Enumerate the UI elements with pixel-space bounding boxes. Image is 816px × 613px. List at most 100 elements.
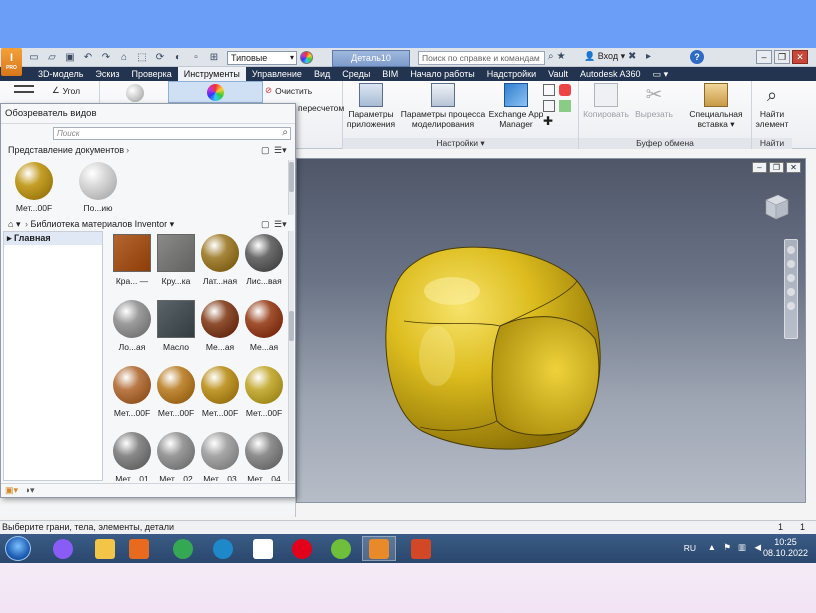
new-icon[interactable]: ▭ bbox=[27, 51, 41, 64]
library-material-thumbnail[interactable] bbox=[113, 366, 151, 404]
customize-icon[interactable] bbox=[559, 100, 571, 112]
library-list-view-icon[interactable]: ☰▾ bbox=[274, 219, 287, 230]
library-material-thumbnail[interactable] bbox=[157, 234, 195, 272]
document-appearance-thumbnail[interactable] bbox=[15, 162, 53, 200]
exchange-app-manager-button[interactable]: Exchange App Manager bbox=[488, 83, 544, 129]
tree-node-main[interactable]: ▸ Главная bbox=[4, 232, 102, 245]
flag-icon[interactable]: ⚑ bbox=[723, 542, 731, 553]
taskbar-edge-button[interactable] bbox=[206, 536, 240, 561]
taskbar-media-player-button[interactable] bbox=[122, 536, 156, 561]
library-material-thumbnail[interactable] bbox=[201, 234, 239, 272]
orbit-icon[interactable] bbox=[787, 288, 795, 296]
ribbon-tab[interactable]: Вид bbox=[308, 67, 336, 81]
library-material-thumbnail[interactable] bbox=[245, 366, 283, 404]
ribbon-tab[interactable]: Управление bbox=[246, 67, 308, 81]
network-icon[interactable]: ▸ bbox=[646, 51, 651, 62]
view-toggle-icon[interactable]: ▢ bbox=[261, 145, 270, 156]
viewport-close-button[interactable]: ✕ bbox=[786, 162, 801, 173]
appearance-browser-window[interactable]: Обозреватель видов Поиск ⌕ Представление … bbox=[0, 103, 296, 498]
graphics-viewport[interactable]: – ❐ ✕ bbox=[296, 158, 806, 503]
copy-button[interactable]: Копировать bbox=[581, 83, 631, 119]
ribbon-tab[interactable]: Среды bbox=[336, 67, 376, 81]
pan-icon[interactable] bbox=[787, 260, 795, 268]
appearance-button[interactable] bbox=[168, 81, 263, 103]
select-icon[interactable]: ⬚ bbox=[135, 51, 149, 64]
taskbar-powerpoint-button[interactable] bbox=[404, 536, 438, 561]
material-sphere-icon[interactable] bbox=[126, 84, 144, 102]
viewport-minimize-button[interactable]: – bbox=[752, 162, 767, 173]
sketch-icon[interactable]: ▫ bbox=[189, 51, 203, 64]
material-search-input[interactable]: Поиск ⌕ bbox=[53, 127, 291, 140]
ribbon-tab[interactable]: Инструменты bbox=[177, 67, 246, 81]
ribbon-tab[interactable]: BIM bbox=[376, 67, 404, 81]
steering-wheel-icon[interactable] bbox=[787, 246, 795, 254]
zoom-icon[interactable] bbox=[787, 274, 795, 282]
taskbar-chrome-button[interactable] bbox=[166, 536, 200, 561]
library-material-thumbnail[interactable] bbox=[245, 300, 283, 338]
ribbon-tab[interactable]: Vault bbox=[542, 67, 574, 81]
look-at-icon[interactable] bbox=[787, 302, 795, 310]
network-icon[interactable]: ▥ bbox=[738, 542, 746, 553]
library-material-thumbnail[interactable] bbox=[201, 432, 239, 470]
material-icon[interactable]: ◐ bbox=[171, 51, 185, 64]
library-material-thumbnail[interactable] bbox=[157, 432, 195, 470]
taskbar-opera-button[interactable] bbox=[285, 536, 319, 561]
ribbon-tab[interactable]: Начало работы bbox=[404, 67, 480, 81]
plus-icon[interactable]: ✚ bbox=[543, 115, 555, 128]
viewcube-icon[interactable] bbox=[762, 192, 790, 222]
sign-in-button[interactable]: 👤 Вход ▾ bbox=[584, 51, 625, 62]
open-icon[interactable]: ▱ bbox=[45, 51, 59, 64]
measure-icon[interactable]: ⊞ bbox=[207, 51, 221, 64]
language-indicator[interactable]: RU bbox=[684, 543, 696, 553]
document-tab[interactable]: Деталь10 bbox=[332, 50, 410, 67]
appearance-dropdown[interactable]: Типовые bbox=[227, 51, 297, 65]
list-view-icon[interactable]: ☰▾ bbox=[274, 145, 287, 156]
library-manage-icon[interactable]: ▣▾ bbox=[5, 485, 18, 495]
taskbar-utorrent-button[interactable] bbox=[324, 536, 358, 561]
home-icon[interactable]: ⌂ bbox=[117, 51, 131, 64]
library-material-thumbnail[interactable] bbox=[201, 300, 239, 338]
minimize-button[interactable]: – bbox=[756, 50, 772, 64]
special-paste-button[interactable]: Специальная вставка ▾ bbox=[683, 83, 749, 129]
restore-button[interactable]: ❐ bbox=[774, 50, 790, 64]
find-element-button[interactable]: ⌕ Найти элемент bbox=[754, 83, 790, 129]
macro-icon[interactable] bbox=[559, 84, 571, 96]
clear-button[interactable]: ⊘ Очистить bbox=[265, 85, 312, 96]
help-search-input[interactable]: Поиск по справке и командам bbox=[418, 51, 545, 65]
doc-scrollbar[interactable] bbox=[288, 160, 294, 215]
volume-icon[interactable]: ◀ bbox=[754, 542, 761, 553]
viewport-restore-button[interactable]: ❐ bbox=[769, 162, 784, 173]
library-material-thumbnail[interactable] bbox=[157, 300, 195, 338]
ribbon-tab[interactable]: 3D-модель bbox=[32, 67, 89, 81]
library-view-toggle-icon[interactable]: ▢ bbox=[261, 219, 270, 230]
taskbar-explorer-button[interactable] bbox=[88, 536, 122, 561]
ribbon-extra-icon[interactable]: ▭ ▾ bbox=[647, 67, 675, 81]
3d-model[interactable] bbox=[382, 241, 607, 456]
document-appearances-header[interactable]: Представление документов › bbox=[3, 144, 129, 157]
help-icon[interactable]: ? bbox=[690, 50, 704, 64]
library-material-thumbnail[interactable] bbox=[113, 234, 151, 272]
library-material-thumbnail[interactable] bbox=[157, 366, 195, 404]
home-icon[interactable]: ⌂ bbox=[8, 219, 13, 229]
addins-icon[interactable] bbox=[543, 84, 555, 96]
vba-icon[interactable] bbox=[543, 100, 555, 112]
star-icon[interactable]: ★ bbox=[557, 51, 566, 62]
color-wheel-icon[interactable] bbox=[300, 51, 313, 64]
angle-button[interactable]: ∠ Угол bbox=[52, 85, 80, 96]
application-menu-button[interactable]: I PRO bbox=[1, 48, 22, 76]
navigation-bar[interactable] bbox=[784, 239, 798, 339]
ribbon-tab[interactable]: Проверка bbox=[125, 67, 177, 81]
start-button[interactable] bbox=[5, 536, 31, 561]
library-header[interactable]: ⌂ ▾ › Библиотека материалов Inventor ▾ bbox=[3, 218, 174, 231]
close-button[interactable]: ✕ bbox=[792, 50, 808, 64]
process-params-button[interactable]: Параметры процесса моделирования bbox=[399, 83, 487, 129]
binoculars-icon[interactable]: ⌕ bbox=[548, 51, 554, 62]
clock[interactable]: 10:25 08.10.2022 bbox=[763, 537, 808, 559]
update-icon[interactable]: ⟳ bbox=[153, 51, 167, 64]
taskbar-alice-button[interactable] bbox=[46, 536, 80, 561]
ribbon-tab[interactable]: Эскиз bbox=[89, 67, 125, 81]
taskbar-yandex-browser-button[interactable] bbox=[246, 536, 280, 561]
document-appearance-thumbnail[interactable] bbox=[79, 162, 117, 200]
recalc-button[interactable]: пересчетом bbox=[298, 103, 344, 113]
library-scrollbar[interactable] bbox=[288, 231, 294, 481]
